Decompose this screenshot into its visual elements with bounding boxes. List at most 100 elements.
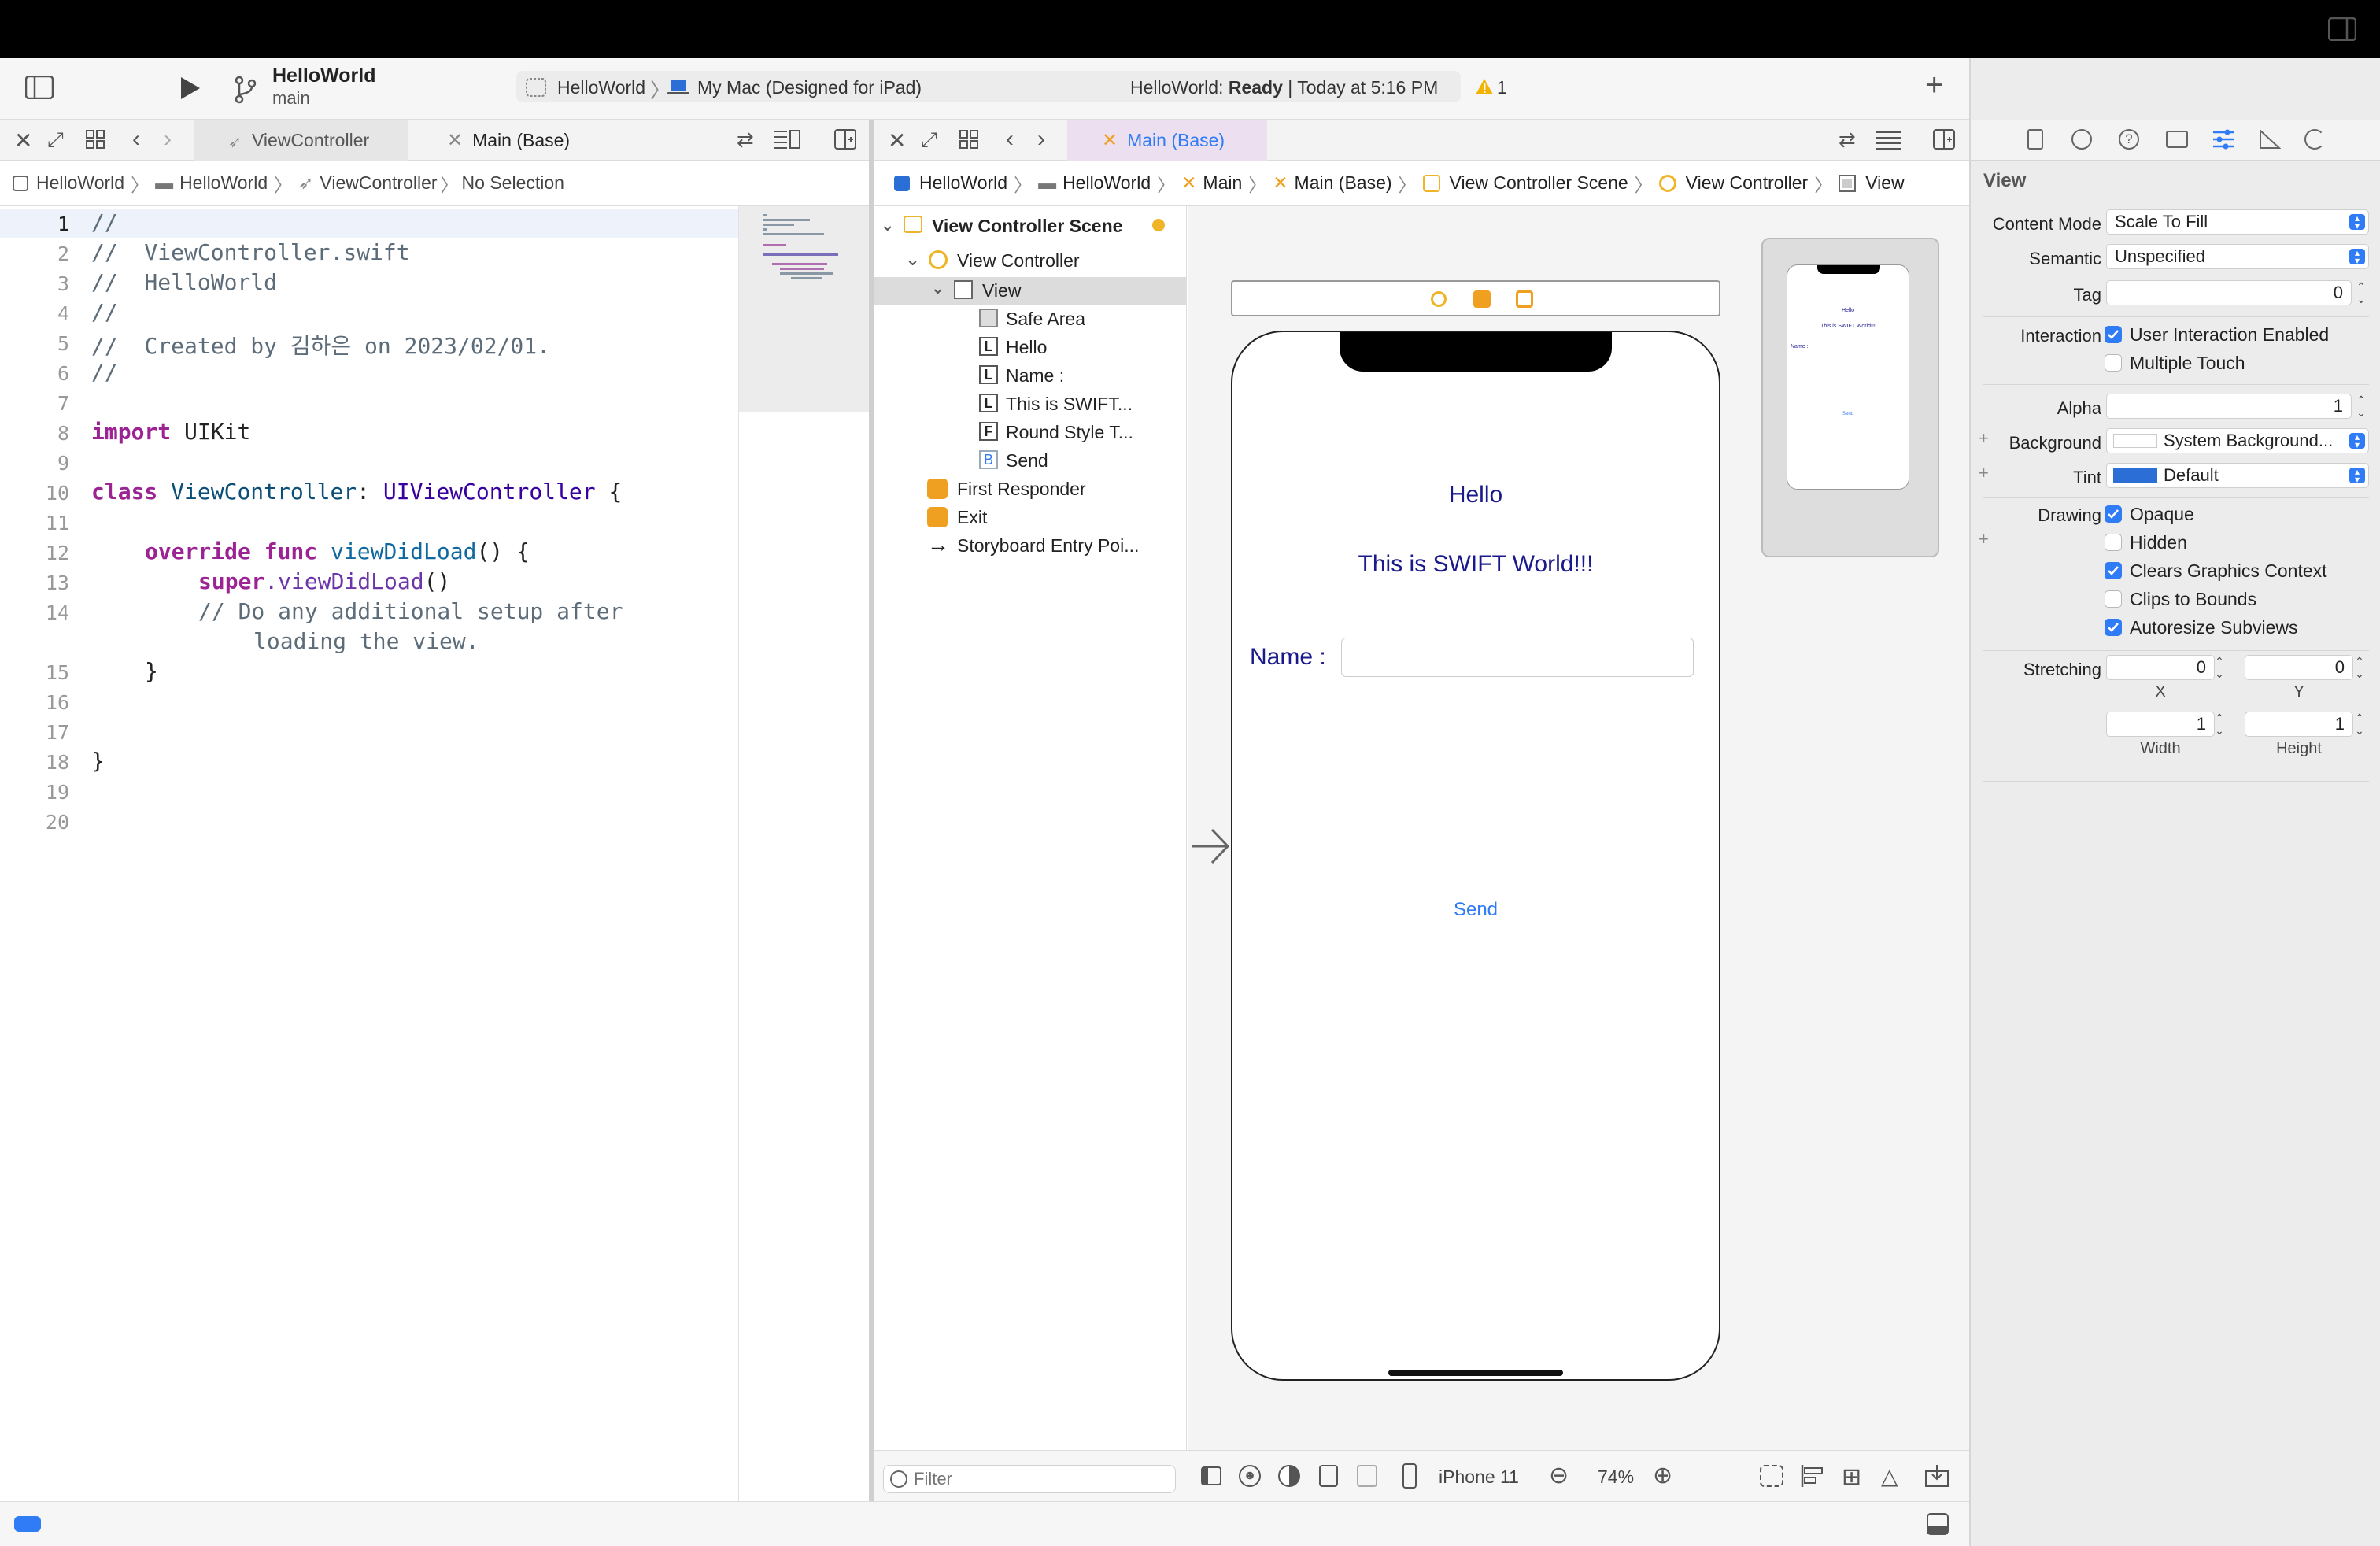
label-name[interactable]: Name :	[1250, 644, 1326, 671]
disclosure-down-icon[interactable]: ⌄	[880, 214, 895, 235]
swap-icon[interactable]: ⇄	[1839, 128, 1856, 152]
breadcrumb-item[interactable]: HelloWorld	[179, 172, 268, 194]
outline-scene[interactable]: View Controller Scene	[932, 216, 1122, 237]
storyboard-canvas[interactable]: Hello This is SWIFT World!!! Name : Send…	[1188, 206, 1969, 1450]
editor-options-icon[interactable]	[773, 129, 801, 150]
grid-icon[interactable]	[85, 129, 105, 150]
accessibility-icon[interactable]: ☻	[1239, 1465, 1261, 1487]
stretch-y-field[interactable]: 0	[2245, 655, 2353, 680]
view-controller-icon[interactable]	[1431, 291, 1447, 307]
attributes-inspector-icon[interactable]	[2212, 128, 2235, 151]
tag-field[interactable]: 0	[2106, 280, 2352, 305]
breadcrumb-item[interactable]: Main	[1203, 172, 1242, 194]
embed-icon[interactable]	[1925, 1465, 1949, 1487]
outline-item[interactable]: Name :	[1006, 365, 1064, 386]
zoom-out-icon[interactable]: ⊖	[1549, 1462, 1569, 1489]
debug-area-icon[interactable]	[1927, 1513, 1949, 1535]
connections-inspector-icon[interactable]	[2304, 129, 2325, 150]
scene-dock[interactable]	[1231, 280, 1720, 316]
stretch-width-field[interactable]: 1	[2106, 712, 2215, 737]
stretch-y-stepper[interactable]: ⌃ ⌄	[2353, 655, 2366, 682]
opaque-checkbox[interactable]	[2105, 505, 2122, 523]
outline-first-responder[interactable]: First Responder	[957, 479, 1086, 500]
send-button[interactable]: Send	[1232, 899, 1719, 921]
forward-icon[interactable]: ›	[1037, 126, 1045, 153]
entry-point-arrow-icon[interactable]	[1190, 827, 1231, 866]
expand-icon[interactable]: ⤢	[921, 128, 937, 153]
disclosure-down-icon[interactable]: ⌄	[930, 277, 945, 298]
semantic-select[interactable]: Unspecified ▴ ▾	[2106, 244, 2369, 269]
resolve-icon[interactable]: △	[1881, 1463, 1898, 1489]
debug-toggle-icon[interactable]	[14, 1516, 41, 1532]
warning-icon[interactable]	[1475, 78, 1494, 95]
zoom-in-icon[interactable]: ⊕	[1653, 1462, 1672, 1489]
add-icon[interactable]: +	[1925, 69, 1943, 101]
scheme-name[interactable]: HelloWorld	[557, 77, 645, 98]
swap-icon[interactable]: ⇄	[737, 128, 754, 152]
breadcrumb-item[interactable]: HelloWorld	[919, 172, 1007, 194]
alpha-stepper[interactable]: ⌃ ⌄	[2355, 394, 2367, 420]
outline-toggle-icon[interactable]	[1201, 1466, 1221, 1485]
outline-exit[interactable]: Exit	[957, 507, 987, 528]
exit-icon[interactable]	[1516, 290, 1533, 308]
user-interaction-checkbox[interactable]	[2105, 326, 2122, 343]
inspector-toggle-icon[interactable]	[2328, 17, 2356, 41]
file-inspector-icon[interactable]	[2027, 129, 2043, 150]
breadcrumb-item[interactable]: View Controller	[1686, 172, 1809, 194]
clears-graphics-checkbox[interactable]	[2105, 562, 2122, 579]
autoresize-checkbox[interactable]	[2105, 619, 2122, 636]
minimap[interactable]	[738, 206, 870, 1501]
close-editor-icon[interactable]: ✕	[888, 128, 906, 153]
back-icon[interactable]: ‹	[1006, 126, 1014, 153]
disclosure-down-icon[interactable]: ⌄	[905, 249, 920, 270]
sidebar-toggle-icon[interactable]	[25, 76, 54, 99]
run-icon[interactable]	[179, 76, 201, 101]
iphone-view[interactable]: Hello This is SWIFT World!!! Name : Send	[1231, 331, 1720, 1381]
label-hello[interactable]: Hello	[1232, 482, 1719, 509]
tab-main-base[interactable]: ✕ Main (Base)	[1067, 120, 1267, 161]
background-select[interactable]: System Background... ▴ ▾	[2106, 428, 2369, 453]
filter-input[interactable]	[914, 1469, 1166, 1489]
device-name[interactable]: iPhone 11	[1439, 1466, 1519, 1488]
filter-field[interactable]	[883, 1465, 1176, 1493]
stretch-x-field[interactable]: 0	[2106, 655, 2215, 680]
forward-icon[interactable]: ›	[164, 126, 172, 153]
multiple-touch-checkbox[interactable]	[2105, 354, 2122, 372]
code-editor[interactable]: 1 2 3 4 5 6 7 8 9 10 11 12 13 14 15 16 1…	[0, 206, 738, 1501]
tint-select[interactable]: Default ▴ ▾	[2106, 463, 2369, 488]
breadcrumb-item[interactable]: Main (Base)	[1295, 172, 1392, 194]
breadcrumb-item[interactable]: HelloWorld	[1062, 172, 1151, 194]
stretch-width-stepper[interactable]: ⌃ ⌄	[2213, 712, 2226, 738]
outline-view[interactable]: View	[982, 280, 1021, 301]
outline-view-controller[interactable]: View Controller	[957, 250, 1080, 272]
identity-inspector-icon[interactable]	[2166, 131, 2188, 148]
tag-stepper[interactable]: ⌃ ⌄	[2355, 280, 2367, 307]
breadcrumb-item[interactable]: No Selection	[462, 172, 564, 194]
stretch-height-field[interactable]: 1	[2245, 712, 2353, 737]
outline-item[interactable]: Round Style T...	[1006, 422, 1133, 443]
size-inspector-icon[interactable]	[2259, 129, 2281, 150]
history-inspector-icon[interactable]	[2071, 129, 2092, 150]
warning-count[interactable]: 1	[1497, 77, 1507, 98]
zoom-level[interactable]: 74%	[1598, 1466, 1634, 1488]
close-editor-icon[interactable]: ✕	[14, 128, 32, 153]
stretch-x-stepper[interactable]: ⌃ ⌄	[2213, 655, 2226, 682]
label-swift-world[interactable]: This is SWIFT World!!!	[1232, 551, 1719, 578]
stretch-height-stepper[interactable]: ⌃ ⌄	[2353, 712, 2366, 738]
canvas-minimap[interactable]: Hello This is SWIFT World!!! Name : Send	[1761, 238, 1939, 557]
outline-entry-point[interactable]: Storyboard Entry Poi...	[957, 535, 1139, 557]
minimap-viewport[interactable]	[739, 206, 870, 412]
orientation-icon[interactable]	[1319, 1465, 1338, 1487]
content-mode-select[interactable]: Scale To Fill ▴ ▾	[2106, 209, 2369, 235]
editor-options-icon[interactable]	[1875, 131, 1903, 150]
expand-icon[interactable]: ⤢	[47, 128, 64, 153]
plus-icon[interactable]: +	[1979, 529, 1989, 549]
outline-item[interactable]: This is SWIFT...	[1006, 394, 1133, 415]
tab-viewcontroller[interactable]: ➶ ViewController	[194, 120, 408, 161]
breadcrumb-item[interactable]: ViewController	[320, 172, 437, 194]
breadcrumb-item[interactable]: HelloWorld	[36, 172, 124, 194]
breadcrumb-item[interactable]: View	[1865, 172, 1904, 194]
grid-icon[interactable]	[959, 129, 979, 150]
add-editor-icon[interactable]	[1933, 129, 1955, 150]
name-text-field[interactable]	[1341, 638, 1694, 677]
